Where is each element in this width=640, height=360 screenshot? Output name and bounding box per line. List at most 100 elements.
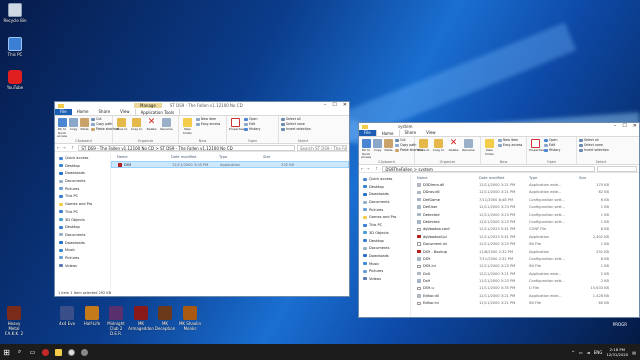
search-input[interactable]: Search ST DS9 - The Fallen v... <box>297 144 347 151</box>
table-row[interactable]: dgVoodooCpl 12/11/2023 5:41 PM Application… <box>411 234 639 241</box>
table-row[interactable]: D3Dlmm.dll 12/11/2000 3:21 PM Application … <box>411 182 639 189</box>
nav-item[interactable]: Pictures <box>55 186 110 194</box>
task-view-button[interactable]: ▭ <box>26 344 39 360</box>
game-shortcut[interactable]: Half-Life <box>79 306 105 326</box>
nav-item[interactable]: Desktop <box>55 163 110 171</box>
language-indicator[interactable]: ENG <box>594 350 603 355</box>
game-shortcut[interactable]: Heavy Metal F.A.K.K. 2 <box>2 306 26 336</box>
title-bar[interactable]: Manage ST DS9 - The Fallen v1.12100 No C… <box>55 102 349 109</box>
table-row[interactable]: DDrav.dll 12/11/2000 3:21 PM Application e… <box>411 189 639 196</box>
table-row[interactable]: dgVoodoo.conf 12/11/2023 5:41 PM CONF File… <box>411 226 639 233</box>
table-row[interactable]: DefUser 12/11/2000 3:23 PM Configuration s… <box>411 204 639 211</box>
game-shortcut[interactable]: MK Armageddon <box>128 306 154 331</box>
column-date[interactable]: Date modified <box>171 154 219 161</box>
history-button[interactable]: History <box>244 127 260 132</box>
table-row[interactable]: Dx9 11/11/2000 5:23 PM Configuration sett.… <box>411 278 639 285</box>
youtube-shortcut[interactable]: YouTube <box>2 70 28 90</box>
nav-item[interactable]: Documents <box>359 199 410 207</box>
nav-item[interactable]: Desktop <box>359 184 410 192</box>
notifications-icon[interactable]: ▤ <box>632 350 636 355</box>
history-button[interactable]: History <box>544 148 560 153</box>
tab-share[interactable]: Share <box>400 129 422 136</box>
table-row[interactable]: DefGame 7/11/2000 8:48 PM Configuration se… <box>411 197 639 204</box>
taskbar-app[interactable] <box>78 344 91 360</box>
nav-item[interactable]: This PC <box>55 193 110 201</box>
nav-item[interactable]: Games and Pro <box>55 201 110 209</box>
game-shortcut[interactable]: MK Shaolin Monks <box>177 306 203 331</box>
nav-item[interactable]: Pictures <box>359 268 410 276</box>
nav-item[interactable]: This PC <box>359 222 410 230</box>
nav-item[interactable]: Downloads <box>55 240 110 248</box>
title-bar[interactable]: system – ☐ ✕ <box>359 123 639 130</box>
nav-item[interactable]: Quick access <box>55 155 110 163</box>
nav-item[interactable]: Downloads <box>359 191 410 199</box>
chevron-up-icon[interactable]: ^ <box>571 350 574 355</box>
path-field[interactable]: ST DS9 - The Fallen v1.12100 No CD > ST … <box>78 144 295 151</box>
table-row[interactable]: Editor.ini 12/11/2000 3:21 PM INI File 60 K… <box>411 300 639 307</box>
volume-icon[interactable]: ◄ <box>587 350 590 355</box>
network-icon[interactable]: ▭ <box>579 350 583 355</box>
table-row[interactable]: Detected 12/11/2000 3:23 PM Configuration … <box>411 219 639 226</box>
maximize-button[interactable]: ☐ <box>332 102 336 109</box>
invert-selection-button[interactable]: Invert selection <box>281 127 311 132</box>
nav-item[interactable]: Music <box>55 247 110 255</box>
nav-item[interactable]: Videos <box>359 276 410 284</box>
game-shortcut[interactable]: 4x4 Evo <box>54 306 80 326</box>
easy-access-button[interactable]: Easy access <box>498 143 522 148</box>
nav-item[interactable]: Quick access <box>359 176 410 184</box>
nav-item[interactable]: Downloads <box>55 170 110 178</box>
table-row[interactable]: Document.ini 12/11/2000 3:25 PM INI File 1 … <box>411 241 639 248</box>
tab-view[interactable]: View <box>115 108 135 115</box>
nav-item[interactable]: Documents <box>55 178 110 186</box>
minimize-button[interactable]: – <box>324 102 327 109</box>
taskbar-app[interactable] <box>65 344 78 360</box>
close-button[interactable]: ✕ <box>633 123 637 130</box>
table-row[interactable]: DS9 7/11/2000 2:32 PM Configuration sett..… <box>411 256 639 263</box>
invert-selection-button[interactable]: Invert selection <box>579 148 609 153</box>
nav-item[interactable]: Music <box>359 261 410 269</box>
nav-item[interactable]: Pictures <box>359 207 410 215</box>
nav-item[interactable]: This PC <box>55 209 110 217</box>
nav-item[interactable]: Pictures <box>55 255 110 263</box>
game-shortcut[interactable]: MK Deception <box>152 306 178 331</box>
tab-view[interactable]: View <box>421 129 441 136</box>
tab-share[interactable]: Share <box>94 108 116 115</box>
nav-item[interactable]: Documents <box>55 232 110 240</box>
column-type[interactable]: Type <box>529 175 579 182</box>
table-row[interactable]: Detected 12/11/2000 3:23 PM Configuration … <box>411 212 639 219</box>
taskbar-app[interactable] <box>39 344 52 360</box>
column-type[interactable]: Type <box>219 154 263 161</box>
minimize-button[interactable]: – <box>614 123 617 130</box>
game-shortcut[interactable]: Midnight Club 2 D.E.R. <box>103 306 129 336</box>
nav-item[interactable]: Downloads <box>359 253 410 261</box>
this-pc-shortcut[interactable]: This PC <box>2 37 28 57</box>
table-row[interactable]: DS9 12/11/2000 3:05 PM Application 292 K… <box>111 161 349 169</box>
table-row[interactable]: DS9.u 11/11/2000 5:35 PM U File 15,633 KB <box>411 285 639 292</box>
nav-item[interactable]: Documents <box>359 245 410 253</box>
tab-application-tools[interactable]: Application Tools <box>134 108 181 115</box>
nav-arrows-icon[interactable]: ←→ ↑ <box>361 166 380 171</box>
column-date[interactable]: Date modified <box>479 175 529 182</box>
maximize-button[interactable]: ☐ <box>622 123 626 130</box>
path-field[interactable]: DS9TheFallen > system <box>382 165 595 172</box>
manage-tab[interactable]: Manage <box>134 103 162 108</box>
tab-home[interactable]: Home <box>375 129 400 136</box>
table-row[interactable]: DS9.ini 12/11/2000 3:23 PM INI File 1 KB <box>411 263 639 270</box>
column-size[interactable]: Size <box>263 154 293 161</box>
tab-home[interactable]: Home <box>72 108 94 115</box>
recycle-bin-shortcut[interactable]: Recycle Bin <box>2 3 28 23</box>
nav-item[interactable]: Videos <box>55 263 110 271</box>
clock[interactable]: 2:18 PM 12/31/2020 <box>606 347 628 357</box>
nav-arrows-icon[interactable]: ←→ ↑ <box>57 145 76 150</box>
column-name[interactable]: Name <box>411 175 479 182</box>
search-input[interactable] <box>597 165 637 172</box>
tab-file[interactable]: File <box>55 108 72 115</box>
explorer-window-system[interactable]: system – ☐ ✕ File Home Share View Pin to Q… <box>358 122 640 318</box>
table-row[interactable]: Editor.dll 12/11/2000 3:21 PM Application … <box>411 293 639 300</box>
search-button[interactable]: ⌕ <box>13 344 26 360</box>
nav-item[interactable]: 3D Objects <box>359 230 410 238</box>
close-button[interactable]: ✕ <box>343 102 347 109</box>
table-row[interactable]: DS9 - Backup 11/8/2000 2:32 PM Application… <box>411 249 639 256</box>
easy-access-button[interactable]: Easy access <box>196 122 220 127</box>
tab-file[interactable]: File <box>359 129 376 136</box>
